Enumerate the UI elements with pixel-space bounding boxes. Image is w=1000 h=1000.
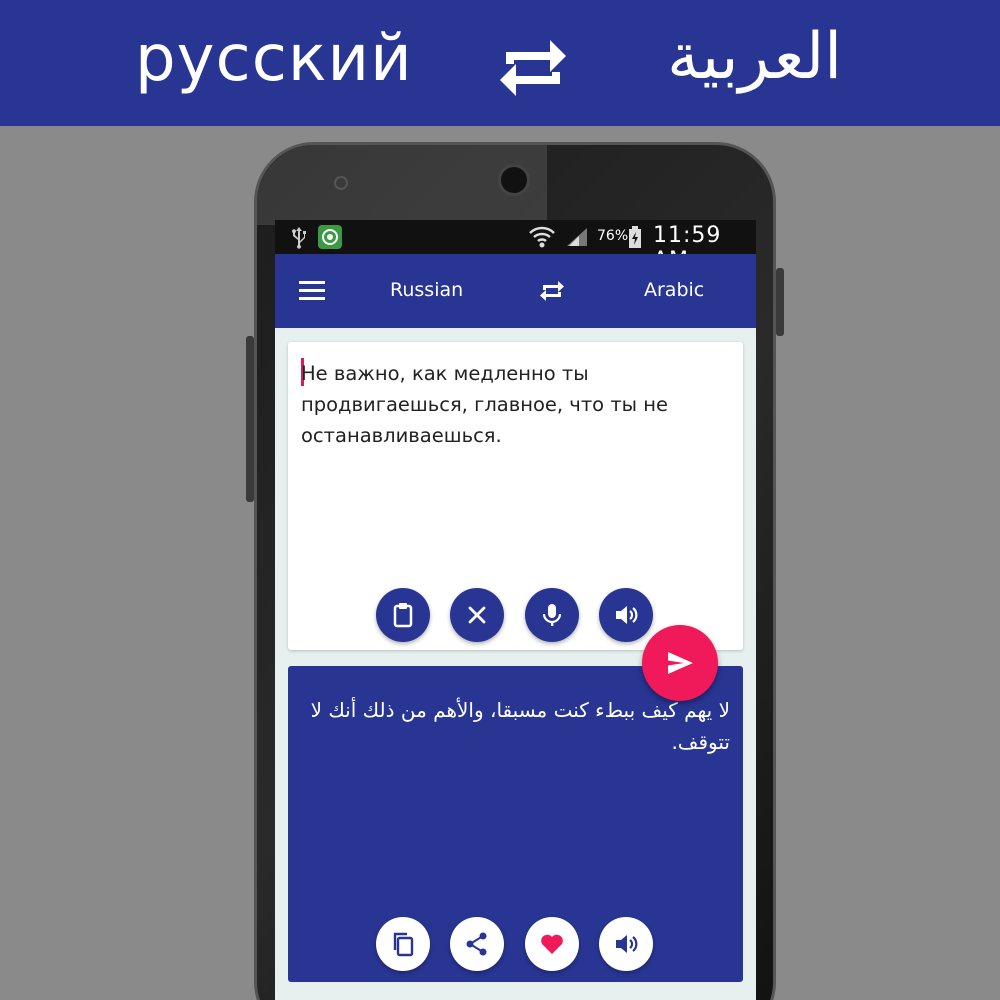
swap-arrows-icon[interactable] xyxy=(539,278,565,304)
translate-send-button[interactable] xyxy=(642,625,718,701)
translated-text: لا يهم كيف ببطء كنت مسبقا، والأهم من ذلك… xyxy=(310,698,730,754)
phone-sensor xyxy=(334,176,348,190)
favorite-button[interactable] xyxy=(525,917,579,971)
clear-button[interactable] xyxy=(450,588,504,642)
source-text-input[interactable]: Не важно, как медленно ты продвигаешься,… xyxy=(301,358,731,451)
favorite-heart-icon xyxy=(541,934,563,954)
share-icon xyxy=(466,932,487,956)
speaker-icon xyxy=(616,606,638,624)
copy-icon xyxy=(393,932,414,957)
banner-target-language: العربية xyxy=(667,20,842,94)
source-language-selector[interactable]: Russian xyxy=(390,279,463,301)
speak-source-button[interactable] xyxy=(599,588,653,642)
hamburger-menu-icon[interactable] xyxy=(299,280,325,300)
cell-signal-icon xyxy=(567,228,587,246)
target-language-selector[interactable]: Arabic xyxy=(644,279,704,301)
copy-button[interactable] xyxy=(376,917,430,971)
promo-banner: русский العربية xyxy=(0,0,1000,126)
phone-front-camera xyxy=(498,164,530,196)
microphone-icon xyxy=(542,604,562,626)
battery-percent: 76% xyxy=(597,228,629,244)
swap-arrows-icon xyxy=(500,40,566,96)
send-icon xyxy=(668,652,693,674)
clipboard-icon xyxy=(393,603,413,628)
phone-screen: 76% 11:59 AM Russian Arabic Не важно, ка… xyxy=(275,220,756,1000)
status-bar: 76% 11:59 AM xyxy=(275,220,756,273)
voice-input-button[interactable] xyxy=(525,588,579,642)
speaker-icon xyxy=(616,935,638,953)
output-card: لا يهم كيف ببطء كنت مسبقا، والأهم من ذلك… xyxy=(288,666,743,982)
input-card: Не важно, как медленно ты продвигаешься,… xyxy=(288,342,743,650)
share-button[interactable] xyxy=(450,917,504,971)
battery-charging-icon xyxy=(629,226,641,248)
phone-volume-button xyxy=(246,336,254,502)
clear-icon xyxy=(468,606,486,624)
app-notification-icon xyxy=(318,225,342,249)
app-bar: Russian Arabic xyxy=(275,254,756,328)
banner-source-language: русский xyxy=(135,22,413,96)
wifi-icon xyxy=(529,226,555,248)
usb-icon xyxy=(292,227,306,249)
paste-button[interactable] xyxy=(376,588,430,642)
phone-power-button xyxy=(776,268,784,336)
speak-translation-button[interactable] xyxy=(599,917,653,971)
